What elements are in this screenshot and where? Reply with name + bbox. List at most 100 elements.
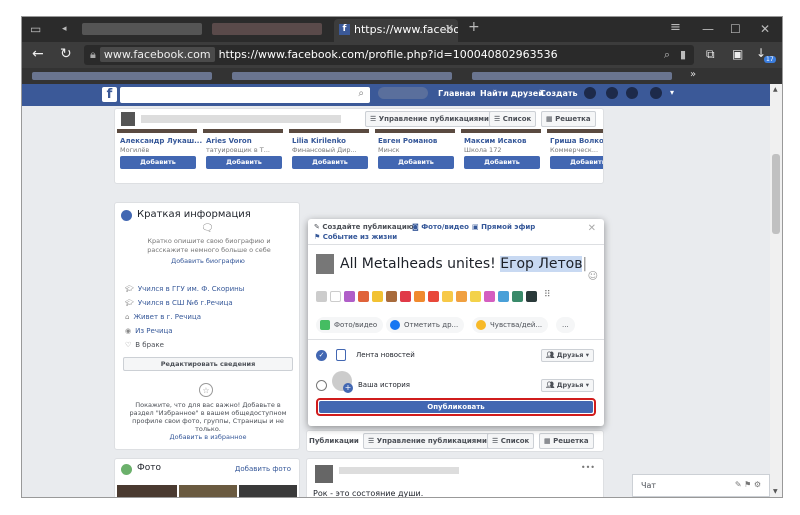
facebook-logo[interactable]: f <box>102 87 117 102</box>
story-audience-select[interactable]: 👥︎ Друзья ▾ <box>541 379 594 392</box>
add-friend-button[interactable]: Добавить <box>292 156 368 169</box>
search-icon[interactable]: ⌕ <box>358 88 364 99</box>
tab-photo-video[interactable]: ◙ Фото/видео <box>412 223 469 231</box>
photo-thumbnail[interactable] <box>179 485 237 497</box>
add-friend-button[interactable]: Добавить <box>464 156 540 169</box>
story-checkbox[interactable] <box>316 380 327 391</box>
avatar[interactable] <box>121 112 135 126</box>
close-window-icon[interactable]: ✕ <box>760 22 770 36</box>
list-view-button[interactable]: ☰ Список <box>489 111 537 127</box>
background-swatch[interactable] <box>358 291 369 302</box>
nav-find-friends[interactable]: Найти друзей <box>480 89 544 98</box>
back-icon[interactable]: ← <box>32 46 44 62</box>
bookmark-item[interactable] <box>232 72 452 80</box>
active-tab[interactable]: f https://www.facebook.co ✕ <box>334 19 458 42</box>
friend-name[interactable]: Евген Романов <box>378 137 437 145</box>
blurred-tab[interactable] <box>82 23 202 35</box>
background-swatch[interactable] <box>400 291 411 302</box>
background-swatch[interactable] <box>456 291 467 302</box>
friend-card[interactable]: Гриша Волков Коммерческ... Добавить <box>547 129 603 175</box>
friend-photo[interactable] <box>461 129 541 133</box>
friend-name[interactable]: Гриша Волков <box>550 137 603 145</box>
scrollbar-thumb[interactable] <box>772 154 780 234</box>
account-menu-icon[interactable]: ▾ <box>670 88 674 97</box>
background-swatch[interactable] <box>526 291 537 302</box>
menu-icon[interactable]: ≡ <box>670 20 681 35</box>
friend-card[interactable]: Максим Исаков Школа 172 Добавить <box>461 129 546 175</box>
close-composer-icon[interactable]: ✕ <box>588 223 596 234</box>
edit-details-button[interactable]: Редактировать сведения <box>123 357 293 371</box>
photo-video-option[interactable]: Фото/видео <box>316 317 384 333</box>
notifications-icon[interactable] <box>626 87 638 99</box>
add-featured-link[interactable]: Добавить в избранное <box>115 433 301 441</box>
publish-button[interactable]: Опубликовать <box>319 401 593 413</box>
nav-create[interactable]: Создать <box>540 89 578 98</box>
post-text-input[interactable]: All Metalheads unites! Егор Летов| <box>340 256 587 272</box>
help-icon[interactable] <box>650 87 662 99</box>
facebook-search-input[interactable]: ⌕ <box>120 87 370 103</box>
photos-title[interactable]: Фото <box>137 463 161 473</box>
grid-view-button[interactable]: ▦ Решетка <box>539 433 594 449</box>
add-photo-link[interactable]: Добавить фото <box>235 465 291 473</box>
add-bio-link[interactable]: Добавить биографию <box>115 257 301 265</box>
extension-icon[interactable]: ▣ <box>732 47 743 61</box>
bookmarks-overflow[interactable]: » <box>690 69 696 80</box>
friend-name[interactable]: Aries Voron <box>206 137 252 145</box>
messenger-icon[interactable] <box>606 87 618 99</box>
add-friend-button[interactable]: Добавить <box>206 156 282 169</box>
maximize-icon[interactable]: ☐ <box>730 22 741 36</box>
background-swatch[interactable] <box>484 291 495 302</box>
url-field[interactable]: 🔒︎ www.facebook.com https://www.facebook.c… <box>84 45 694 65</box>
minimize-icon[interactable]: — <box>702 22 714 36</box>
intro-item[interactable]: ⌂ Живет в г. Речица <box>125 313 201 321</box>
friend-card[interactable]: Aries Voron татуировщик в Т... Добавить <box>203 129 288 175</box>
add-friend-button[interactable]: Добавить <box>120 156 196 169</box>
photo-thumbnail[interactable] <box>117 485 177 497</box>
friend-photo[interactable] <box>547 129 603 133</box>
search-icon[interactable]: ⌕ <box>664 48 670 62</box>
photo-thumbnail[interactable] <box>239 485 297 497</box>
more-options-button[interactable]: ... <box>556 317 575 333</box>
background-swatch[interactable] <box>442 291 453 302</box>
emoji-picker-icon[interactable]: ☺ <box>588 271 598 282</box>
friend-name[interactable]: Lilia Kirilenko <box>292 137 346 145</box>
background-swatch[interactable] <box>498 291 509 302</box>
intro-item[interactable]: 🎓︎ Учился в ГГУ им. Ф. Скорины <box>125 285 244 293</box>
grid-icon[interactable]: ⠿ <box>544 290 551 300</box>
background-swatch[interactable] <box>372 291 383 302</box>
news-feed-audience-select[interactable]: 👥︎ Друзья ▾ <box>541 349 594 362</box>
chat-options-icon[interactable]: ✎ ⚑ ⚙ <box>735 480 761 489</box>
scroll-up-icon[interactable]: ▲ <box>773 86 778 93</box>
friend-card[interactable]: Александр Лукаш... Могилёв Добавить <box>117 129 202 175</box>
background-swatch[interactable] <box>470 291 481 302</box>
friend-name[interactable]: Александр Лукаш... <box>120 137 202 145</box>
manage-posts-button[interactable]: ☰ Управление публикациями <box>363 433 492 449</box>
extension-icon[interactable]: ⧉ <box>706 47 715 62</box>
background-swatch[interactable] <box>428 291 439 302</box>
add-friend-button[interactable]: Добавить <box>550 156 603 169</box>
tabs-icon[interactable]: ▭ <box>30 22 41 36</box>
profile-link[interactable] <box>378 87 428 99</box>
background-swatch[interactable] <box>316 291 327 302</box>
add-friend-button[interactable]: Добавить <box>378 156 454 169</box>
news-feed-checkbox[interactable]: ✓ <box>316 350 327 361</box>
friend-photo[interactable] <box>375 129 455 133</box>
background-swatch[interactable] <box>330 291 341 302</box>
friend-name[interactable]: Максим Исаков <box>464 137 526 145</box>
tab-create-post[interactable]: ✎ Создайте публикацию <box>314 223 414 231</box>
friend-photo[interactable] <box>203 129 283 133</box>
tag-friends-option[interactable]: Отметить др... <box>386 317 465 333</box>
chat-bar[interactable]: Чат ✎ ⚑ ⚙ <box>632 474 770 497</box>
post-menu-icon[interactable]: ••• <box>581 463 595 472</box>
intro-item[interactable]: 🎓︎ Учился в СШ №6 г.Речица <box>125 299 233 307</box>
new-tab-icon[interactable]: + <box>468 19 480 35</box>
background-swatch[interactable] <box>386 291 397 302</box>
scroll-down-icon[interactable]: ▼ <box>773 488 778 495</box>
friend-photo[interactable] <box>117 129 197 133</box>
background-swatch[interactable] <box>414 291 425 302</box>
bookmark-icon[interactable]: ▮ <box>680 48 686 61</box>
grid-view-button[interactable]: ▦ Решетка <box>541 111 596 127</box>
bookmark-item[interactable] <box>472 72 672 80</box>
nav-home[interactable]: Главная <box>438 89 475 98</box>
friend-photo[interactable] <box>289 129 369 133</box>
